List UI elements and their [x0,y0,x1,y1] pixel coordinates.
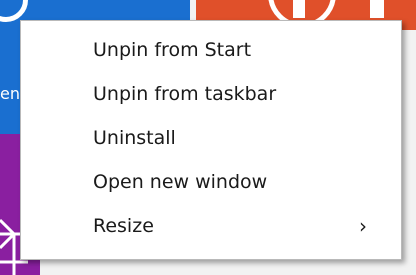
menu-item-unpin-from-taskbar[interactable]: Unpin from taskbar [21,72,401,116]
app-tile-icon [0,0,28,22]
menu-item-label: Open new window [93,171,268,193]
menu-item-label: Unpin from taskbar [93,83,277,105]
menu-item-label: Resize [93,215,154,237]
menu-item-label: Uninstall [93,127,176,149]
menu-item-label: Unpin from Start [93,39,252,61]
context-menu: Unpin from Start Unpin from taskbar Unin… [20,20,402,260]
menu-item-unpin-from-start[interactable]: Unpin from Start [21,28,401,72]
menu-item-uninstall[interactable]: Uninstall [21,116,401,160]
menu-item-resize[interactable]: Resize › [21,204,401,248]
menu-item-open-new-window[interactable]: Open new window [21,160,401,204]
app-tile-icon [293,0,305,18]
chevron-right-icon: › [359,214,367,238]
start-screen: en Unpin from Start Unpin from taskbar U… [0,0,416,275]
app-tile-icon [370,0,384,18]
tile-caption: en [0,84,20,103]
